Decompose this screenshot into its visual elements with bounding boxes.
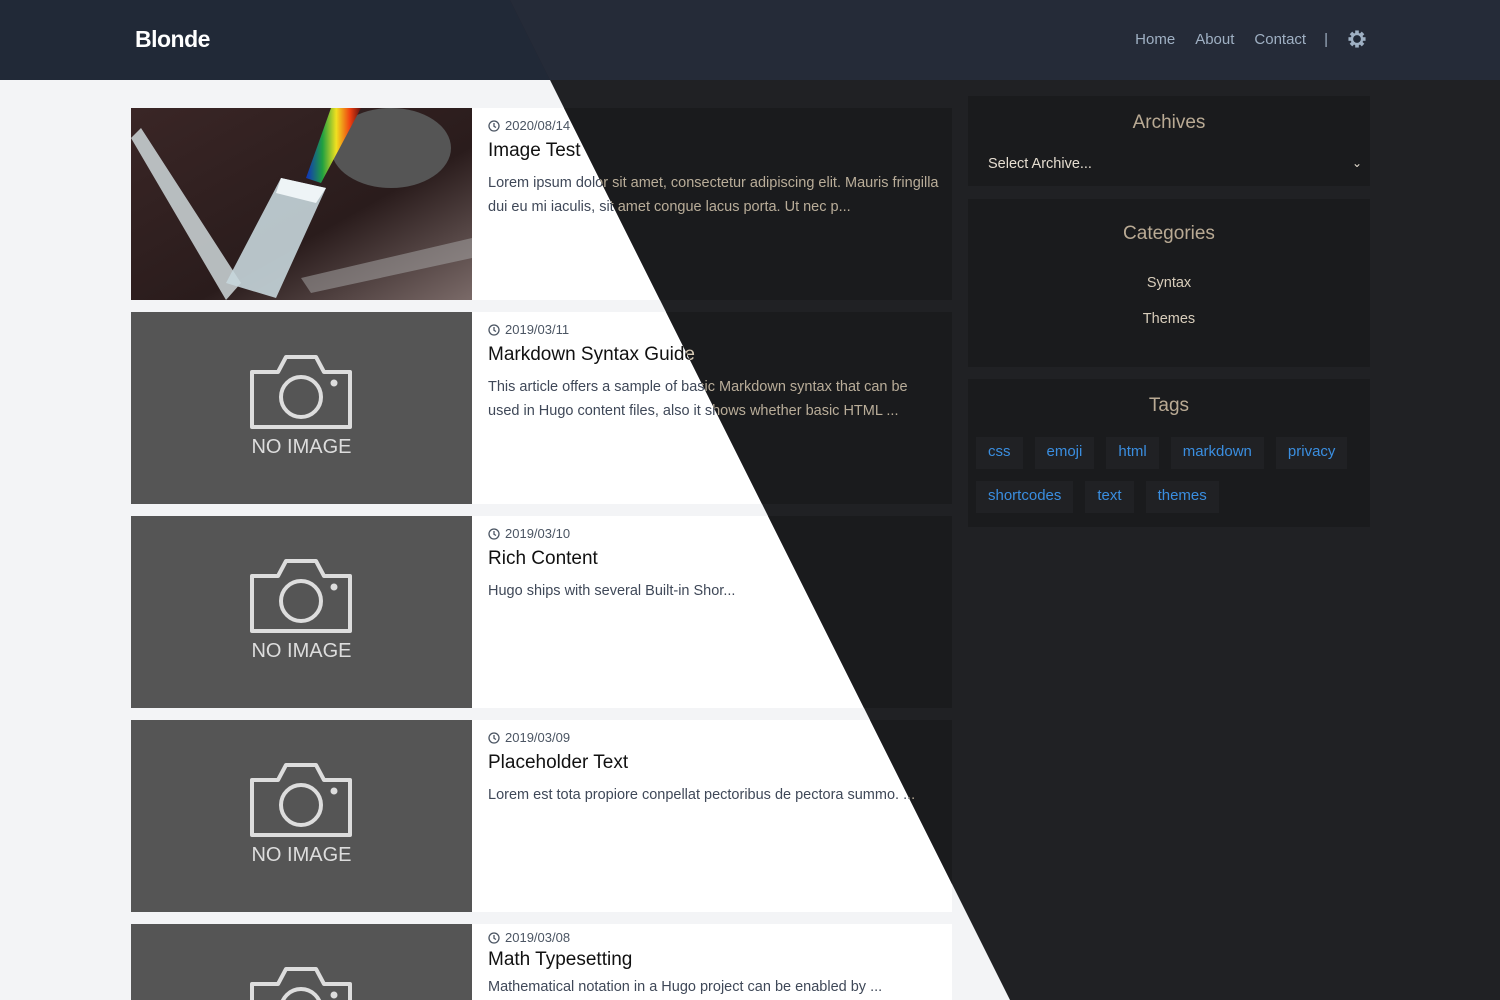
post-date-text: 2020/08/14 [505, 118, 571, 133]
tag-themes[interactable]: themes [1145, 481, 1219, 513]
post-thumbnail[interactable]: NO IMAGE [131, 516, 472, 708]
prism-photo [131, 108, 472, 300]
clock-icon [488, 932, 500, 944]
post-date-text: 2019/03/11 [505, 322, 570, 337]
tags-title: Tags [1148, 395, 1190, 416]
tag-markdown[interactable]: markdown [1170, 437, 1264, 469]
clock-icon [488, 528, 500, 540]
nav-home[interactable]: Home [1135, 31, 1175, 48]
post-excerpt: Mathematical notation in a Hugo project … [488, 979, 883, 995]
clock-icon [488, 732, 500, 744]
site-brand-link[interactable]: Blonde [135, 26, 210, 53]
clock-icon [488, 324, 500, 336]
nav-about[interactable]: About [1195, 31, 1234, 48]
no-image-label: NO IMAGE [251, 436, 352, 458]
tag-html[interactable]: html [1106, 437, 1159, 469]
tag-text[interactable]: text [1085, 481, 1134, 513]
no-image-label: NO IMAGE [251, 844, 352, 866]
post-thumbnail[interactable]: NO IMAGE [131, 720, 472, 912]
chevron-down-icon: ⌄ [1351, 156, 1362, 170]
categories-title: Categories [1123, 223, 1215, 244]
post-thumbnail[interactable] [131, 924, 472, 1000]
post-title-link[interactable]: Placeholder Text [488, 751, 942, 775]
categories-widget: Categories Syntax Themes [968, 199, 1370, 367]
post-date-text: 2019/03/08 [505, 930, 571, 945]
post-thumbnail[interactable] [131, 108, 472, 300]
nav-contact[interactable]: Contact [1254, 31, 1306, 48]
tag-css[interactable]: css [976, 437, 1023, 469]
clock-icon [488, 120, 500, 132]
post-card[interactable]: NO IMAGE 2019/03/09 Placeholder Text Lorem … [131, 720, 952, 912]
main-nav: Home About Contact | [1135, 30, 1366, 48]
category-themes[interactable]: Themes [968, 311, 1370, 327]
tag-shortcodes[interactable]: shortcodes [976, 481, 1074, 513]
archive-select[interactable]: Select Archive... ⌄ [968, 156, 1370, 172]
no-image-label: NO IMAGE [251, 640, 352, 662]
post-date: 2019/03/09 [488, 730, 942, 746]
category-syntax[interactable]: Syntax [968, 275, 1370, 291]
camera-icon [250, 763, 352, 837]
tag-privacy[interactable]: privacy [1275, 437, 1348, 469]
tag-emoji[interactable]: emoji [1034, 437, 1095, 469]
archives-title: Archives [1132, 112, 1206, 133]
tags-widget: Tags css emoji html markdown privacy shortcod… [968, 379, 1370, 527]
post-date-text: 2019/03/09 [505, 730, 571, 745]
nav-separator: | [1324, 30, 1328, 48]
post-card[interactable]: 2019/03/08 Math Typesetting Mathematical n… [131, 924, 952, 1000]
post-title-link[interactable]: Math Typesetting [488, 948, 942, 972]
archives-widget: Archives Select Archive... ⌄ [968, 96, 1370, 186]
post-excerpt: Lorem est tota propiore conpellat pector… [488, 787, 916, 803]
gear-icon[interactable] [1348, 30, 1366, 48]
archive-select-value: Select Archive... [988, 156, 1092, 172]
camera-icon [250, 967, 352, 1000]
post-thumbnail[interactable]: NO IMAGE [131, 312, 472, 504]
post-date-text: 2019/03/10 [505, 526, 571, 541]
post-date: 2019/03/08 [488, 930, 942, 946]
camera-icon [250, 355, 352, 429]
camera-icon [250, 559, 352, 633]
